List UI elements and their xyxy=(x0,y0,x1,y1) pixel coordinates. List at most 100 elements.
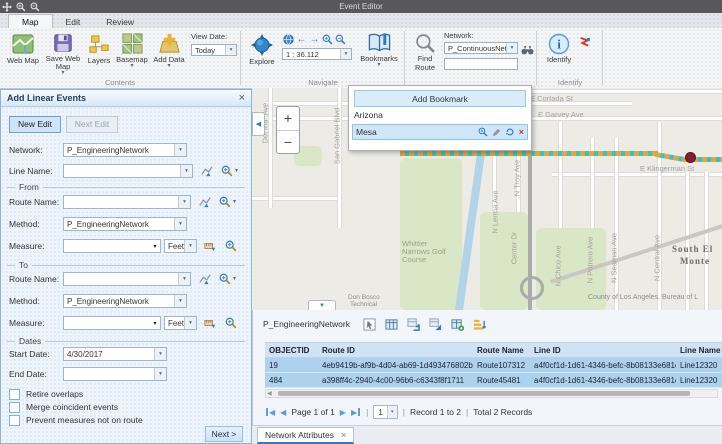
prevent-measures-checkbox[interactable] xyxy=(9,415,20,426)
find-route-input[interactable] xyxy=(444,58,518,70)
map-zoom-out-button[interactable]: − xyxy=(277,131,299,154)
select-route-on-map-icon[interactable] xyxy=(199,196,211,208)
table-row[interactable]: 484 a398ff4c-2940-4c00-96b6-c6343f8f1711… xyxy=(265,373,722,388)
bookmark-item-mesa[interactable]: Mesa × xyxy=(352,124,528,140)
show-attribute-table-icon[interactable] xyxy=(385,318,398,331)
tab-map[interactable]: Map xyxy=(8,14,53,28)
column-header[interactable]: OBJECTID xyxy=(265,346,318,355)
from-units-select[interactable]: Feet ▾ xyxy=(164,239,197,253)
bookmarks-button[interactable]: Bookmarks ▾ xyxy=(358,32,400,68)
zoom-to-route-icon[interactable]: ▾ xyxy=(219,196,236,208)
line-name-select[interactable]: ▾ xyxy=(63,164,193,178)
caret-down-icon: ▾ xyxy=(235,169,238,174)
horizontal-scrollbar[interactable]: ◀ xyxy=(265,389,718,398)
view-date-block: View Date: Today ▾ xyxy=(191,32,237,56)
new-edit-button[interactable]: New Edit xyxy=(9,116,61,133)
column-header[interactable]: Line Name xyxy=(676,346,722,355)
collapse-left-panel-button[interactable]: ◀ xyxy=(252,112,265,136)
record-range: Record 1 to 2 xyxy=(410,407,461,417)
related-records-icon[interactable] xyxy=(407,318,420,331)
basemap-button[interactable]: Basemap ▾ xyxy=(114,32,150,69)
close-tab-icon[interactable]: × xyxy=(341,430,346,440)
next-edit-button[interactable]: Next Edit xyxy=(66,116,118,133)
delete-bookmark-icon[interactable]: × xyxy=(519,127,524,137)
related-tables-icon[interactable] xyxy=(429,318,442,331)
web-map-button[interactable]: Web Map xyxy=(4,32,42,65)
close-panel-icon[interactable]: × xyxy=(239,92,245,104)
network-select[interactable]: P_EngineeringNetwork ▾ xyxy=(63,143,187,157)
from-route-name-select[interactable]: ▾ xyxy=(63,195,191,209)
page-number-select[interactable]: 1 ▾ xyxy=(373,405,397,419)
measure-on-map-icon[interactable] xyxy=(204,317,216,329)
layers-button[interactable]: Layers xyxy=(84,34,114,65)
next-page-button[interactable]: ▶ xyxy=(340,408,346,417)
to-method-select[interactable]: P_EngineeringNetwork ▾ xyxy=(63,294,187,308)
end-date-select[interactable]: ▾ xyxy=(63,367,167,381)
add-data-icon xyxy=(158,32,181,55)
add-bookmark-button[interactable]: Add Bookmark xyxy=(354,90,526,107)
next-extent-icon[interactable]: → xyxy=(308,33,321,45)
to-units-select[interactable]: Feet ▾ xyxy=(164,316,197,330)
caret-down-icon: ▾ xyxy=(130,64,133,69)
map-scale-select[interactable]: 1 : 36.112 ▾ xyxy=(282,48,352,60)
add-data-button[interactable]: Add Data ▾ xyxy=(150,32,188,69)
retire-overlaps-label: Retire overlaps xyxy=(26,389,83,399)
column-header[interactable]: Route Name xyxy=(473,346,530,355)
zoom-out-map-icon[interactable] xyxy=(334,33,347,45)
from-method-select[interactable]: P_EngineeringNetwork ▾ xyxy=(63,217,187,231)
edit-bookmark-icon[interactable] xyxy=(492,128,501,137)
caret-down-icon: ▾ xyxy=(174,218,186,230)
from-measure-input[interactable]: ▾ xyxy=(63,239,161,253)
next-button[interactable]: Next > xyxy=(205,426,243,442)
previous-extent-icon[interactable]: ← xyxy=(295,33,308,45)
tab-network-attributes[interactable]: Network Attributes × xyxy=(257,427,354,444)
identify-button[interactable]: i Identify xyxy=(542,33,576,64)
previous-page-button[interactable]: ◀ xyxy=(280,408,286,417)
group-separator xyxy=(404,31,405,85)
first-page-button[interactable]: ◀ xyxy=(265,408,275,417)
sort-records-icon[interactable] xyxy=(473,318,486,331)
tab-edit[interactable]: Edit xyxy=(53,15,94,28)
explore-button[interactable]: Explore xyxy=(246,33,278,66)
measure-on-map-icon[interactable] xyxy=(204,240,216,252)
select-records-icon[interactable] xyxy=(363,318,376,331)
group-separator xyxy=(602,31,603,85)
start-date-select[interactable]: 4/30/2017 ▾ xyxy=(63,347,167,361)
merge-coincident-events-label: Merge coincident events xyxy=(26,402,118,412)
full-extent-icon[interactable] xyxy=(282,33,295,45)
merge-coincident-events-checkbox[interactable] xyxy=(9,402,20,413)
last-page-button[interactable]: ▶ xyxy=(351,408,361,417)
find-route-network-select[interactable]: P_ContinuousNetwork ▾ xyxy=(444,42,518,54)
to-measure-input[interactable]: ▾ xyxy=(63,316,161,330)
collapse-table-button[interactable]: ▼ xyxy=(308,300,336,310)
add-to-table-icon[interactable] xyxy=(451,318,464,331)
zoom-to-measure-icon[interactable] xyxy=(225,317,237,329)
zoom-to-route-icon[interactable]: ▾ xyxy=(219,273,236,285)
binoculars-icon[interactable] xyxy=(521,44,534,56)
tab-review[interactable]: Review xyxy=(93,15,147,28)
network-field-label: Network: xyxy=(9,145,63,155)
column-header[interactable]: Route ID xyxy=(318,346,473,355)
select-route-on-map-icon[interactable] xyxy=(199,273,211,285)
view-date-select[interactable]: Today ▾ xyxy=(191,44,237,56)
scrollbar-thumb[interactable] xyxy=(278,391,690,396)
bottom-tab-bar: Network Attributes × xyxy=(252,425,722,444)
network-label: Network: xyxy=(444,31,518,40)
save-web-map-button[interactable]: Save Web Map ▾ xyxy=(44,32,82,76)
find-route-button[interactable]: Find Route xyxy=(408,33,442,72)
column-header[interactable]: Line ID xyxy=(530,346,676,355)
zoom-in-map-icon[interactable] xyxy=(321,33,334,45)
table-row[interactable]: 19 4eb9419b-af9b-4d04-ab69-1d493476802b … xyxy=(265,358,722,373)
refresh-bookmark-icon[interactable] xyxy=(505,127,515,137)
retire-overlaps-checkbox[interactable] xyxy=(9,389,20,400)
scroll-left-icon[interactable]: ◀ xyxy=(267,390,272,397)
map-zoom-in-button[interactable]: + xyxy=(277,107,299,131)
zoom-to-bookmark-icon[interactable] xyxy=(478,127,488,137)
clear-identify-results-icon[interactable] xyxy=(578,37,590,49)
bookmark-item-arizona[interactable]: Arizona xyxy=(354,108,383,121)
zoom-to-line-icon[interactable]: ▾ xyxy=(221,165,238,177)
map-attribution: County of Los Angeles, Bureau of L xyxy=(588,294,698,301)
zoom-to-measure-icon[interactable] xyxy=(225,240,237,252)
to-route-name-select[interactable]: ▾ xyxy=(63,272,191,286)
select-line-on-map-icon[interactable] xyxy=(201,165,213,177)
